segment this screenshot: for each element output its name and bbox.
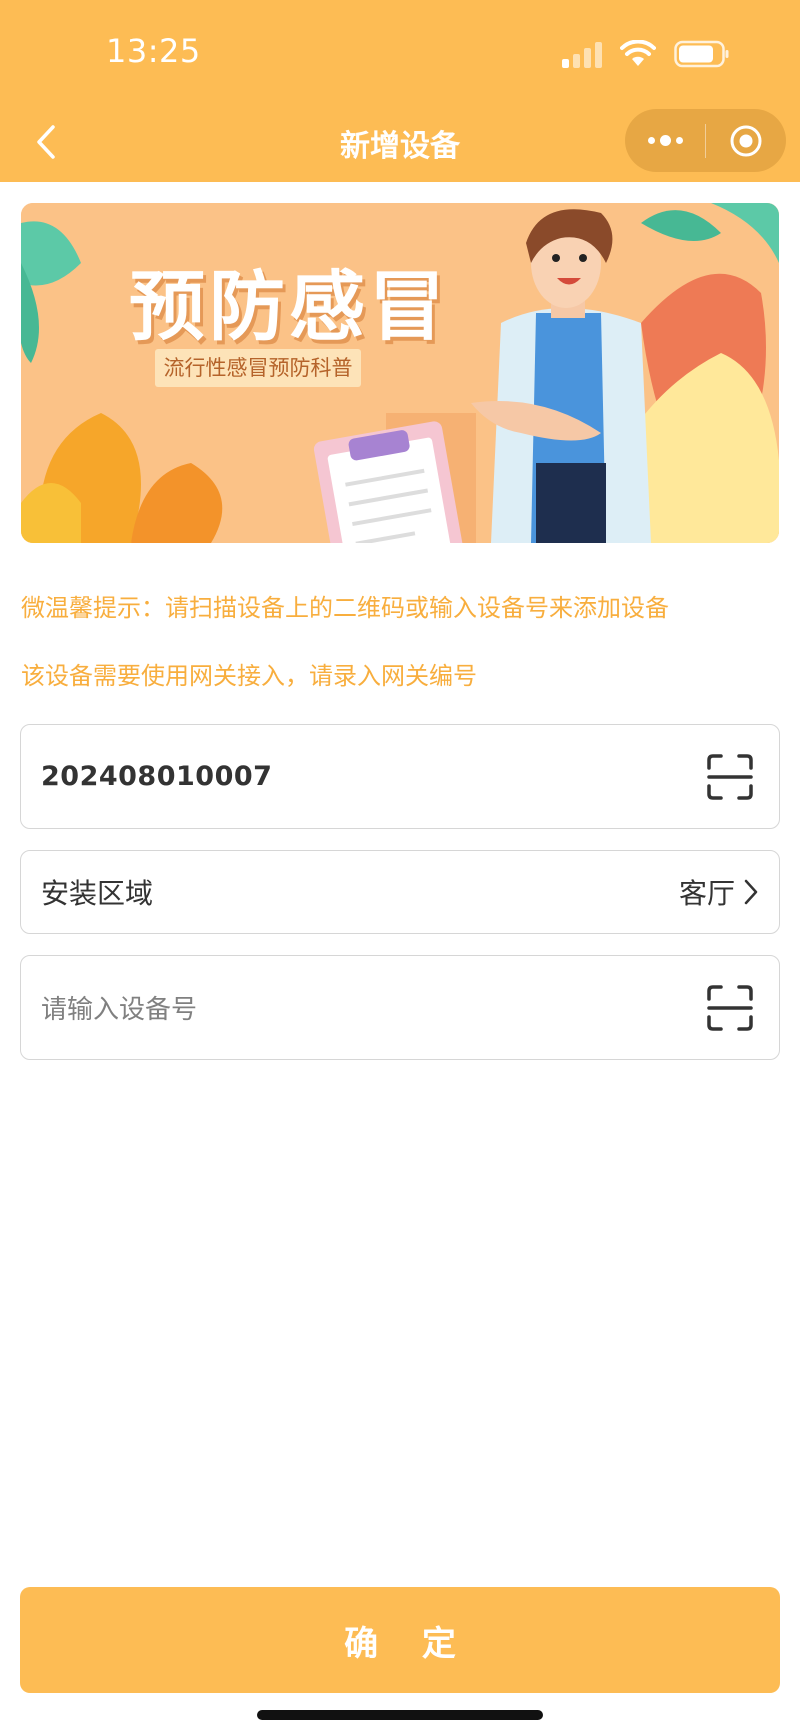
device-number-field[interactable]: 请输入设备号 (20, 955, 780, 1060)
device-scan-button[interactable] (707, 984, 753, 1031)
gateway-number-value[interactable]: 202408010007 (41, 725, 272, 828)
gateway-field[interactable]: 202408010007 (20, 724, 780, 829)
mini-program-capsule (625, 109, 786, 172)
install-region-picker[interactable]: 客厅 (679, 851, 759, 933)
install-region-field[interactable]: 安装区域 客厅 (20, 850, 780, 934)
install-region-label: 安装区域 (41, 877, 154, 910)
battery-icon (674, 40, 729, 68)
close-target-icon (730, 125, 762, 156)
status-icons (562, 38, 730, 68)
chevron-right-icon (744, 879, 758, 905)
top-bar: 13:25 新增设备 (0, 0, 800, 182)
signal-icon (562, 40, 602, 68)
device-number-input[interactable]: 请输入设备号 (41, 956, 197, 1059)
home-indicator[interactable] (257, 1710, 543, 1720)
gateway-scan-button[interactable] (707, 753, 753, 800)
status-time: 13:25 (106, 32, 201, 70)
hint-scan-or-input: 微温馨提示：请扫描设备上的二维码或输入设备号来添加设备 (21, 594, 669, 622)
install-region-value: 客厅 (678, 877, 735, 910)
scan-icon (707, 984, 753, 1031)
more-dots-icon (647, 135, 683, 146)
wifi-icon (620, 40, 656, 66)
close-button[interactable] (706, 109, 786, 172)
hint-gateway-required: 该设备需要使用网关接入，请录入网关编号 (21, 662, 477, 690)
banner-title: 预防感冒 (129, 262, 449, 351)
scan-icon (707, 753, 753, 800)
confirm-button[interactable]: 确 定 (20, 1587, 780, 1693)
more-button[interactable] (625, 109, 705, 172)
promo-banner[interactable]: 预防感冒 流行性感冒预防科普 (21, 203, 779, 543)
banner-subtitle: 流行性感冒预防科普 (155, 349, 361, 387)
